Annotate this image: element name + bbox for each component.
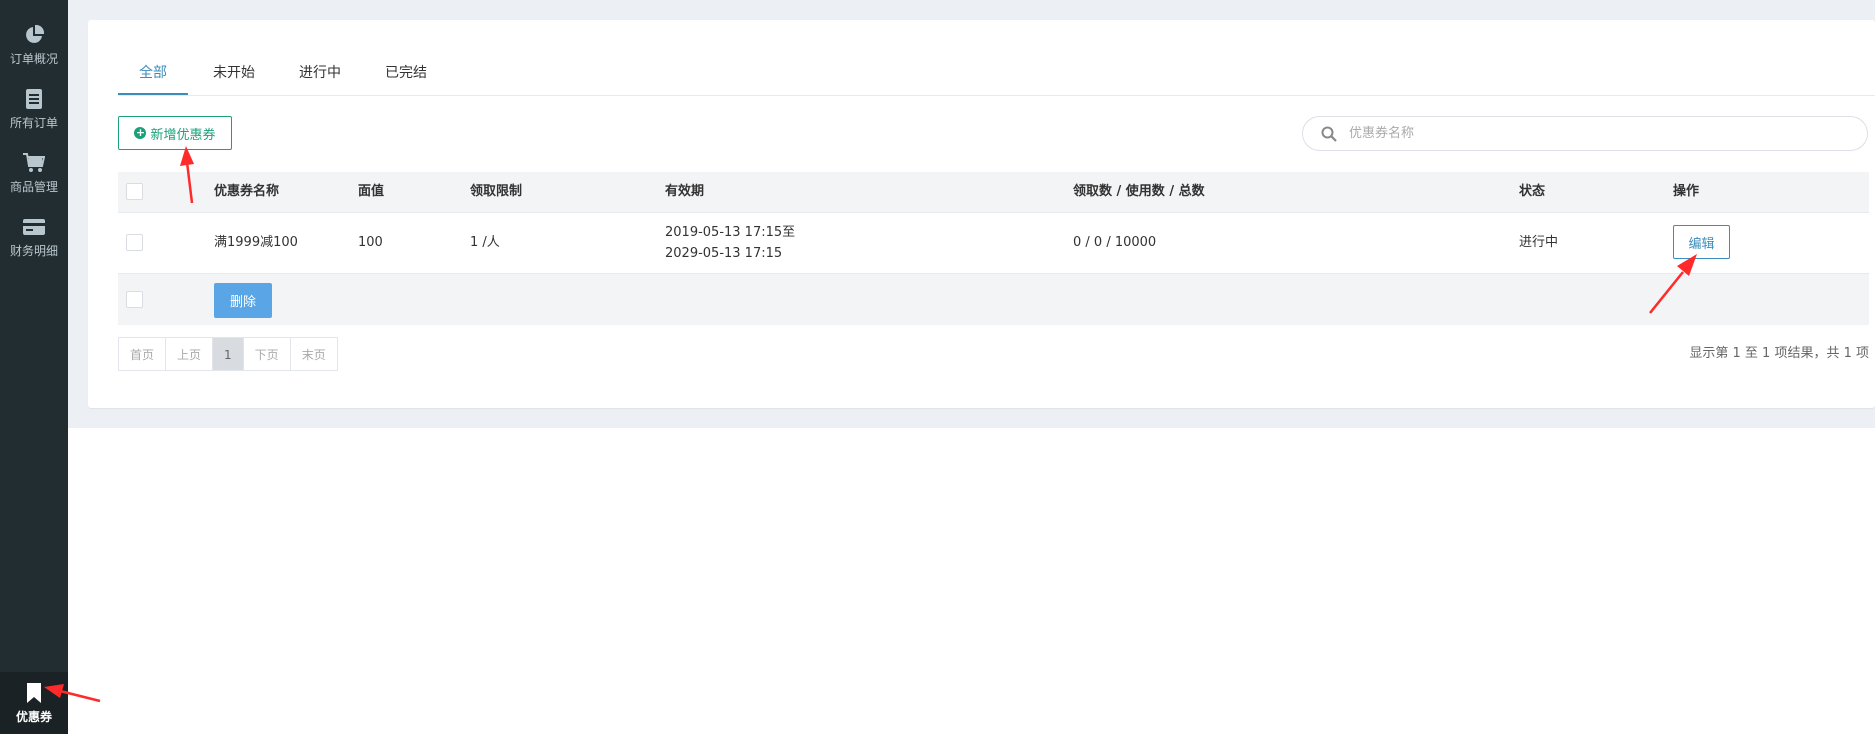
header-status: 状态 (1519, 184, 1546, 199)
coupon-validity-end: 2029-05-13 17:15 (665, 246, 783, 261)
coupon-value: 100 (358, 235, 383, 250)
tab-not-started[interactable]: 未开始 (206, 52, 262, 94)
sidebar-item-label: 订单概况 (9, 51, 58, 66)
first-page-button[interactable]: 首页 (118, 337, 167, 371)
coupon-validity-start: 2019-05-13 17:15至 (665, 225, 796, 240)
next-page-button[interactable]: 下页 (242, 337, 291, 371)
select-all-checkbox[interactable] (126, 183, 143, 200)
table-row: 满1999减100 100 1 /人 2019-05-13 17:15至 202… (118, 213, 1869, 274)
table-header: 优惠券名称 面值 领取限制 有效期 领取数 / 使用数 / 总数 状态 操作 (118, 172, 1869, 213)
pagination: 首页 上页 1 下页 末页 (118, 337, 338, 371)
header-face-value: 面值 (358, 184, 385, 199)
coupon-status: 进行中 (1519, 235, 1559, 250)
sidebar-item-all-orders[interactable]: 所有订单 (0, 78, 68, 140)
table-footer-row: 删除 (118, 274, 1869, 325)
tab-all[interactable]: 全部 (118, 52, 188, 95)
coupon-counts: 0 / 0 / 10000 (1073, 235, 1157, 250)
search-box (1302, 116, 1868, 151)
row-checkbox[interactable] (126, 234, 143, 251)
plus-circle-icon: + (134, 126, 147, 139)
header-coupon-name: 优惠券名称 (214, 184, 280, 199)
search-icon (1321, 126, 1337, 142)
sidebar-item-label: 优惠券 (15, 709, 52, 724)
header-actions: 操作 (1673, 184, 1700, 199)
pie-chart-icon (23, 24, 45, 46)
header-validity: 有效期 (665, 184, 705, 199)
add-coupon-label: 新增优惠券 (150, 127, 216, 143)
header-claim-limit: 领取限制 (470, 184, 523, 199)
edit-button[interactable]: 编辑 (1673, 225, 1730, 259)
cart-icon (23, 152, 45, 174)
tab-finished[interactable]: 已完结 (378, 52, 434, 94)
status-tabs: 全部 未开始 进行中 已完结 (118, 52, 1875, 96)
header-counts: 领取数 / 使用数 / 总数 (1073, 184, 1205, 199)
sidebar: 订单概况 所有订单 商品管理 财务明细 优惠券 (0, 0, 68, 734)
sidebar-item-order-overview[interactable]: 订单概况 (0, 14, 68, 76)
pagination-summary: 显示第 1 至 1 项结果，共 1 项 (1689, 346, 1869, 361)
delete-button[interactable]: 删除 (214, 283, 272, 318)
add-coupon-button[interactable]: + 新增优惠券 (118, 116, 232, 150)
bookmark-icon (23, 682, 45, 704)
prev-page-button[interactable]: 上页 (165, 337, 214, 371)
coupon-limit: 1 /人 (470, 235, 500, 250)
document-icon (23, 88, 45, 110)
coupon-name: 满1999减100 (214, 235, 298, 250)
sidebar-item-coupons[interactable]: 优惠券 (0, 672, 68, 734)
credit-card-icon (23, 216, 45, 238)
sidebar-item-finance-details[interactable]: 财务明细 (0, 206, 68, 268)
footer-select-checkbox[interactable] (126, 291, 143, 308)
current-page-button[interactable]: 1 (212, 337, 244, 371)
sidebar-item-product-management[interactable]: 商品管理 (0, 142, 68, 204)
sidebar-item-label: 所有订单 (9, 115, 58, 130)
tab-in-progress[interactable]: 进行中 (292, 52, 348, 94)
search-input[interactable] (1347, 125, 1831, 142)
sidebar-item-label: 商品管理 (9, 179, 58, 194)
last-page-button[interactable]: 末页 (289, 337, 338, 371)
sidebar-item-label: 财务明细 (9, 243, 58, 258)
